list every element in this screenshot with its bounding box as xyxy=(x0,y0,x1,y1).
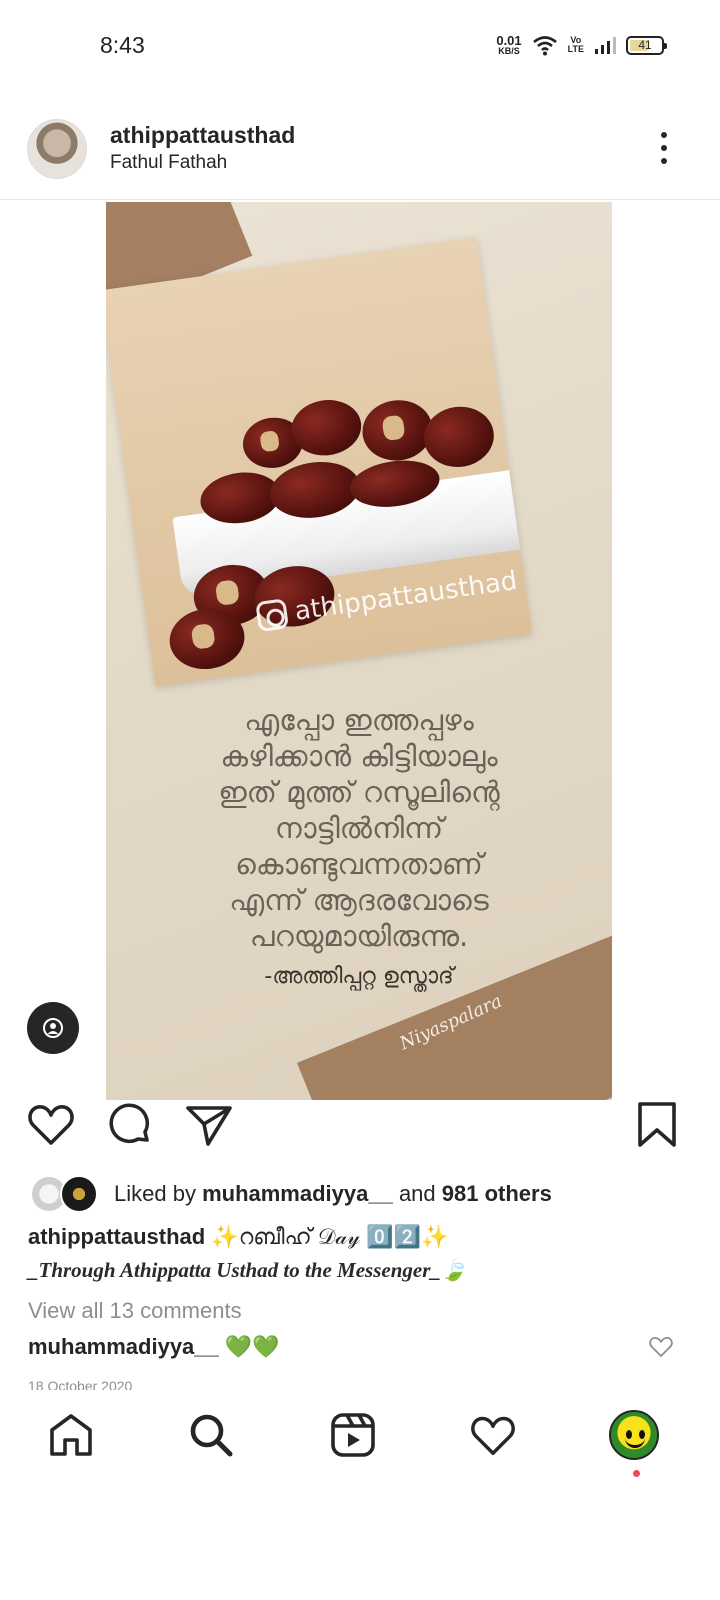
profile-avatar[interactable] xyxy=(609,1410,659,1460)
author-avatar[interactable] xyxy=(27,119,87,179)
post-image[interactable]: athippattausthad എപ്പോ ഇത്തപ്പഴം കഴിക്കാ… xyxy=(106,202,612,1100)
search-glyph xyxy=(190,1414,233,1457)
profile-picture xyxy=(609,1410,659,1460)
home-icon[interactable] xyxy=(46,1410,96,1460)
battery-icon: 41 xyxy=(626,35,667,55)
wifi-icon xyxy=(532,36,557,56)
comment-item: muhammadiyya__ 💚💚 xyxy=(28,1334,280,1360)
reels-glyph xyxy=(331,1413,375,1457)
search-icon[interactable] xyxy=(186,1410,236,1460)
quote-text: എപ്പോ ഇത്തപ്പഴം കഴിക്കാൻ കിട്ടിയാലും ഇത്… xyxy=(136,702,582,954)
liker-username[interactable]: muhammadiyya__ xyxy=(202,1181,393,1206)
liker-avatars xyxy=(30,1175,104,1213)
likes-prefix: Liked by xyxy=(114,1181,203,1206)
quote-line: പറയുമായിരുന്നു. xyxy=(249,919,469,953)
post-actions xyxy=(0,1100,720,1150)
quote-author: -അത്തിപ്പറ്റ ഉസ്താദ് xyxy=(264,964,454,989)
post-subtitle[interactable]: Fathul Fathah xyxy=(110,152,227,174)
signal-icon xyxy=(595,37,616,54)
likes-row[interactable]: Liked by muhammadiyya__ and 981 others xyxy=(30,1175,552,1213)
comment-icon[interactable] xyxy=(105,1100,155,1150)
comment-text: 💚💚 xyxy=(218,1334,280,1359)
share-icon[interactable] xyxy=(184,1100,234,1150)
comment-heart-icon[interactable] xyxy=(648,1334,674,1360)
bottom-navigation xyxy=(0,1392,720,1482)
volte-bottom: LTE xyxy=(567,44,584,54)
home-glyph xyxy=(50,1414,92,1456)
likes-count[interactable]: 981 others xyxy=(442,1181,552,1206)
volte-indicator: Vo LTE xyxy=(568,36,584,54)
post-date: 18 October 2020 xyxy=(28,1378,133,1390)
post-username[interactable]: athippattausthad xyxy=(110,122,295,149)
caption-username[interactable]: athippattausthad xyxy=(28,1224,205,1249)
network-speed: 0.01 KB/S xyxy=(496,34,521,56)
caption: athippattausthad ✨റബീഹ് 𝒟𝒶𝓎 0️⃣2️⃣✨ xyxy=(28,1224,449,1250)
status-bar: 8:43 0.01 KB/S Vo LTE 41 xyxy=(0,0,720,90)
quote-line: ഇത് മുത്ത് റസൂലിന്റെ xyxy=(218,775,500,809)
liker-avatar xyxy=(60,1175,98,1213)
network-speed-unit: KB/S xyxy=(498,46,520,56)
quote-line: നാട്ടിൽനിന്ന് xyxy=(274,811,444,845)
status-indicators: 0.01 KB/S Vo LTE 41 xyxy=(496,34,667,56)
view-all-comments-link[interactable]: View all 13 comments xyxy=(28,1298,242,1324)
person-icon xyxy=(43,1018,63,1038)
quote-line: കഴിക്കാൻ കിട്ടിയാലും xyxy=(220,739,498,773)
instagram-icon xyxy=(255,598,290,633)
activity-glyph xyxy=(471,1416,515,1455)
post-header: athippattausthad Fathul Fathah xyxy=(0,112,720,200)
activity-icon[interactable] xyxy=(468,1410,518,1460)
comment-username[interactable]: muhammadiyya__ xyxy=(28,1334,219,1359)
likes-middle: and xyxy=(392,1181,442,1206)
more-options-icon[interactable] xyxy=(652,128,676,168)
status-time: 8:43 xyxy=(100,32,145,58)
likes-text[interactable]: Liked by muhammadiyya__ and 981 others xyxy=(114,1181,552,1207)
quote-line: എന്ന് ആദരവോടെ xyxy=(229,883,489,917)
battery-level: 41 xyxy=(638,38,652,52)
quote-line: എപ്പോ ഇത്തപ്പഴം xyxy=(244,703,474,737)
quote-line: കൊണ്ടുവന്നതാണ് xyxy=(235,847,483,881)
date-fruit xyxy=(420,402,498,472)
notification-dot xyxy=(633,1470,640,1477)
bookmark-icon[interactable] xyxy=(632,1100,682,1150)
heart-icon[interactable] xyxy=(26,1100,76,1150)
tagged-users-button[interactable] xyxy=(27,1002,79,1054)
caption-line-2: _Through Athippatta Usthad to the Messen… xyxy=(28,1258,468,1282)
caption-text: ✨റബീഹ് 𝒟𝒶𝓎 0️⃣2️⃣✨ xyxy=(205,1224,449,1249)
reels-icon[interactable] xyxy=(328,1410,378,1460)
